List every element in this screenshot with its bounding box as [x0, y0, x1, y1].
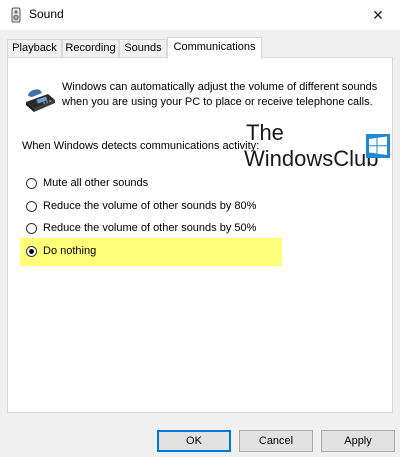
title-bar: Sound ✕: [0, 0, 400, 30]
close-icon: ✕: [372, 6, 384, 23]
tab-sounds[interactable]: Sounds: [119, 39, 167, 58]
option-reduce-80[interactable]: Reduce the volume of other sounds by 80%: [26, 197, 256, 215]
windows-logo-icon: [366, 134, 390, 158]
window-title: Sound: [29, 7, 64, 21]
description-text: Windows can automatically adjust the vol…: [62, 81, 378, 108]
option-reduce-50[interactable]: Reduce the volume of other sounds by 50%: [26, 219, 256, 237]
radio-button-selected[interactable]: [26, 245, 37, 257]
communications-panel: Windows can automatically adjust the vol…: [7, 57, 393, 413]
option-do-nothing[interactable]: Do nothing: [26, 242, 96, 260]
apply-button[interactable]: Apply: [321, 430, 395, 452]
speaker-icon: [11, 7, 21, 23]
cancel-button[interactable]: Cancel: [239, 430, 313, 452]
watermark: The WindowsClub: [244, 120, 394, 174]
detect-label: When Windows detects communications acti…: [22, 140, 260, 152]
tab-playback[interactable]: Playback: [7, 39, 62, 58]
option-label: Mute all other sounds: [43, 177, 149, 189]
option-mute-all[interactable]: Mute all other sounds: [26, 174, 148, 192]
option-label: Do nothing: [43, 245, 97, 257]
close-button[interactable]: ✕: [356, 0, 400, 30]
radio-button[interactable]: [26, 177, 37, 189]
telephone-icon: [26, 89, 55, 112]
radio-button[interactable]: [26, 222, 37, 234]
watermark-line2: WindowsClub: [244, 146, 379, 171]
ok-button[interactable]: OK: [157, 430, 231, 452]
option-label: Reduce the volume of other sounds by 80%: [43, 200, 257, 212]
tab-communications[interactable]: Communications: [167, 37, 262, 59]
tab-recording[interactable]: Recording: [62, 39, 119, 58]
radio-button[interactable]: [26, 200, 37, 212]
option-label: Reduce the volume of other sounds by 50%: [43, 222, 257, 234]
